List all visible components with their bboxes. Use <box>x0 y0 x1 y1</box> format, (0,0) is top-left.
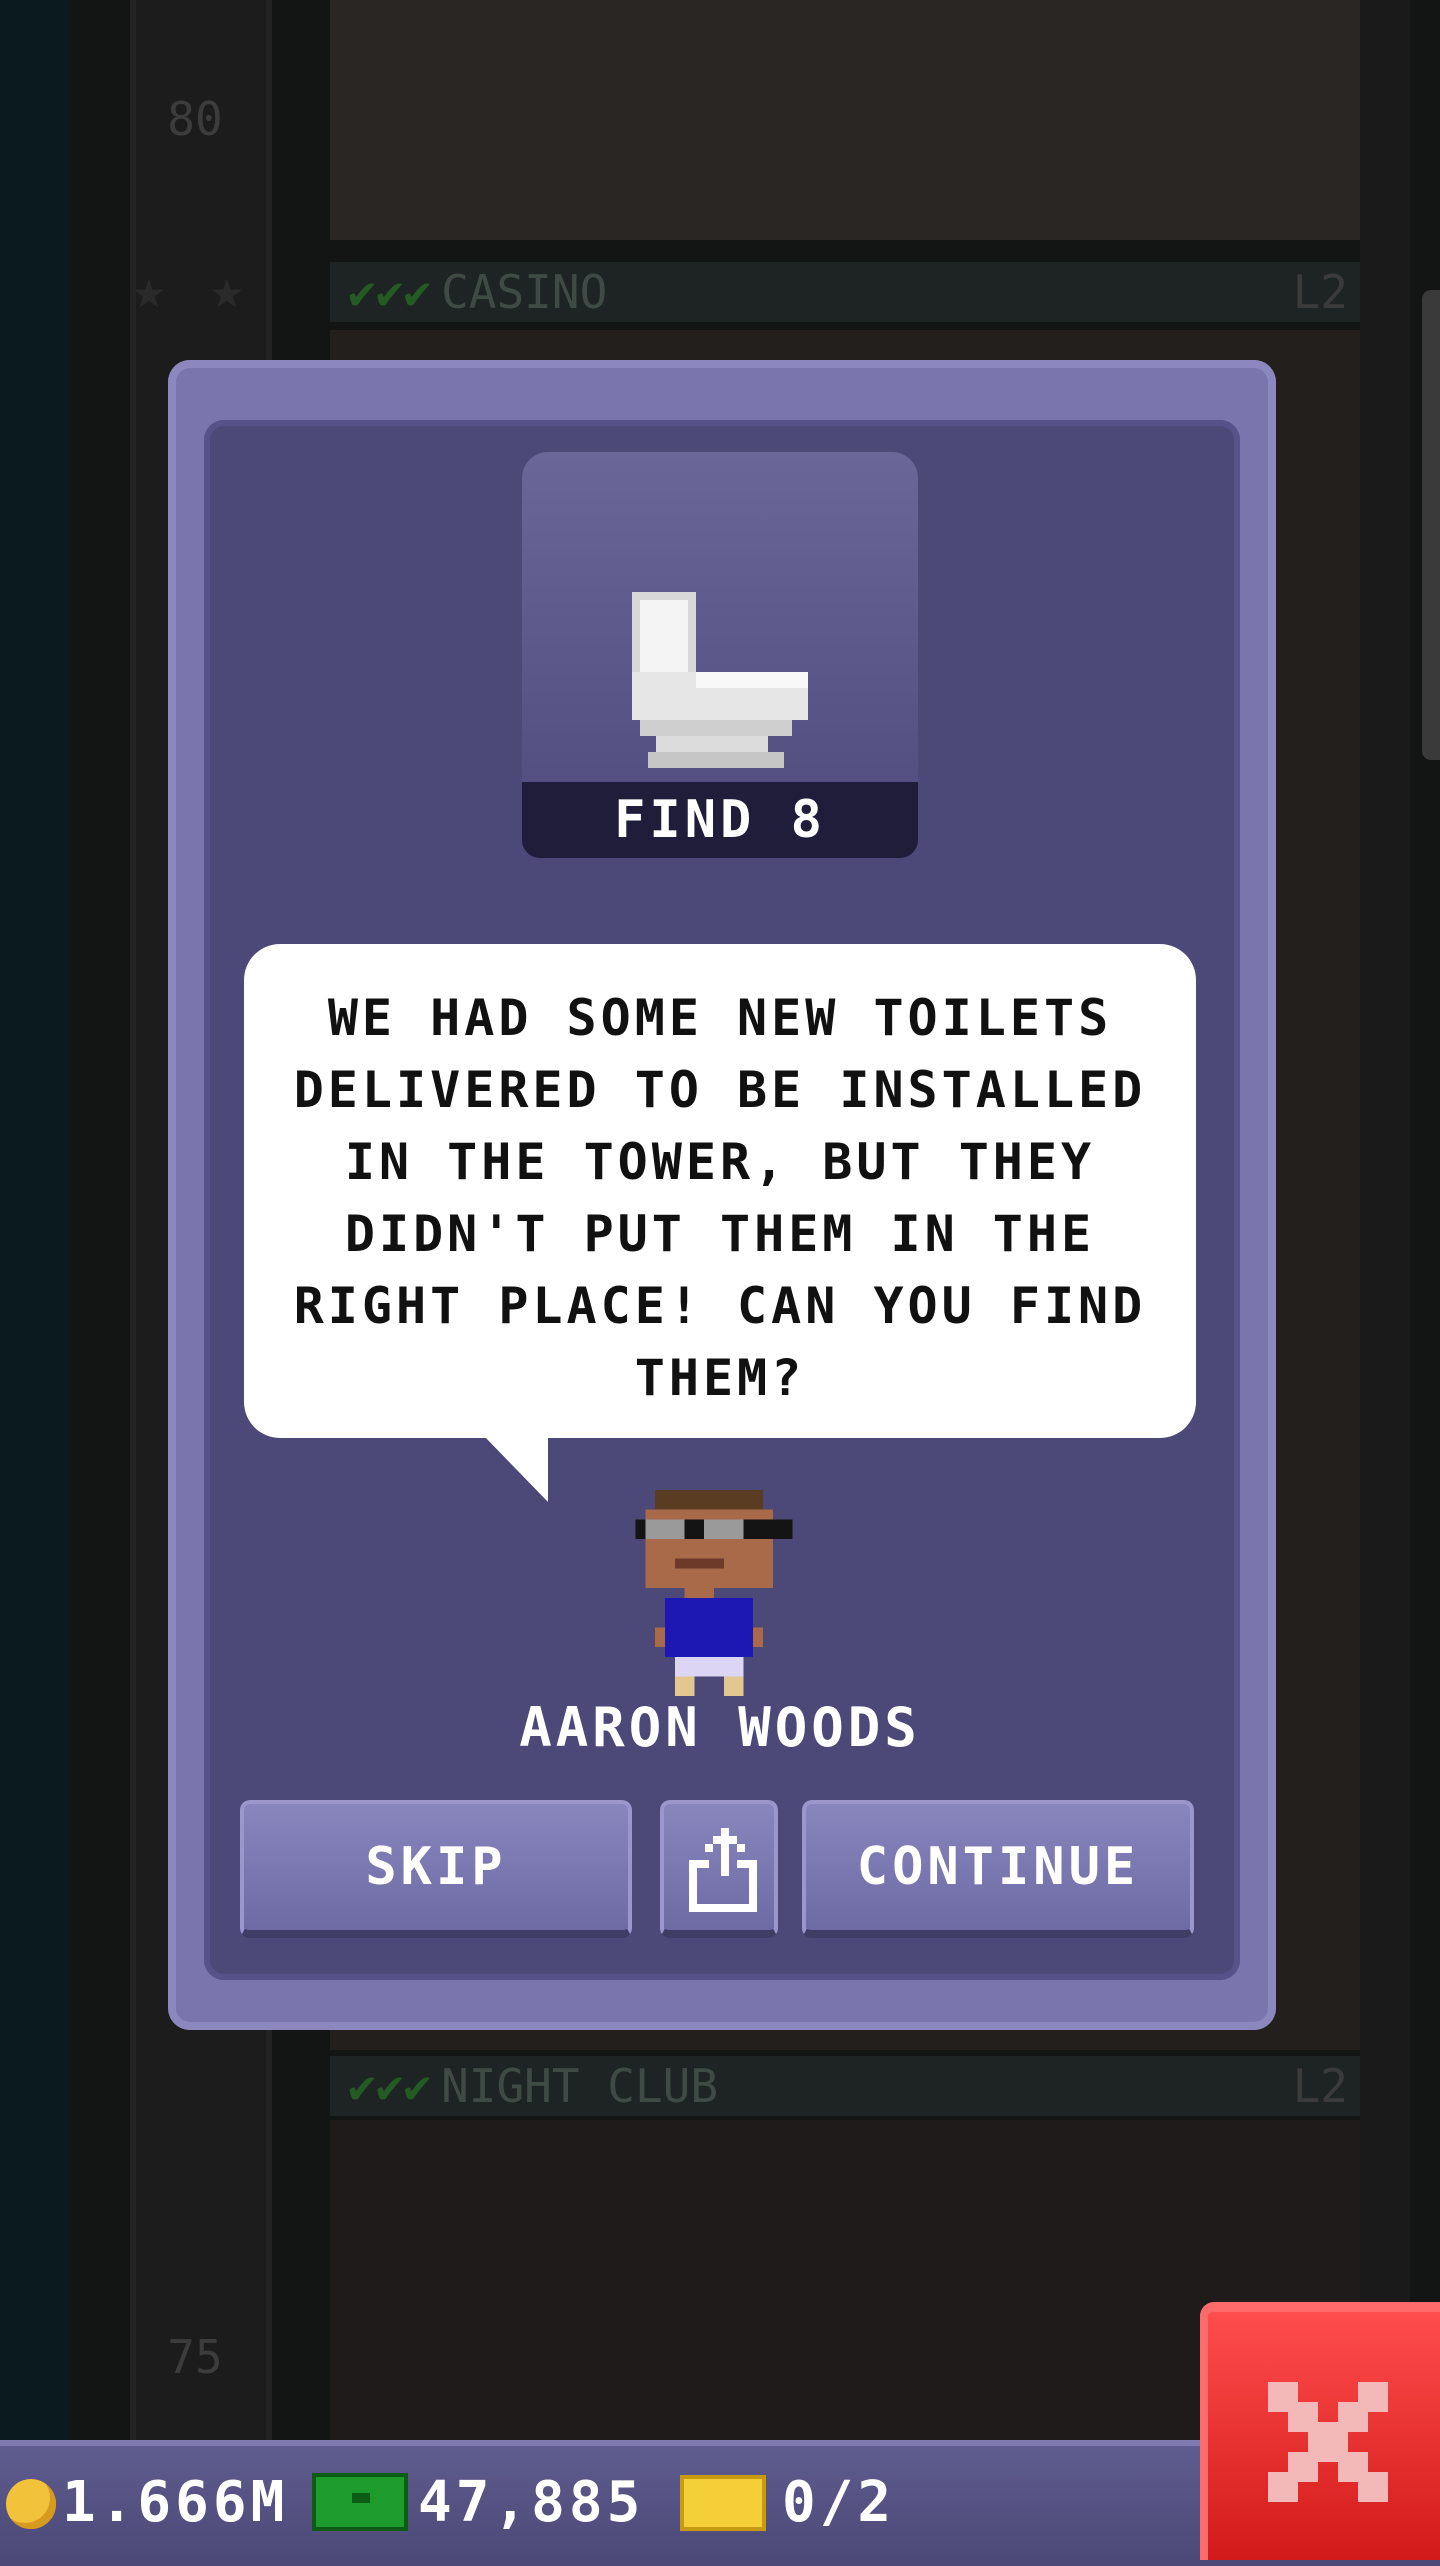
left-shaft <box>0 0 70 2440</box>
character-avatar <box>635 1490 793 1696</box>
floor-number: 80 <box>167 92 223 146</box>
share-button[interactable] <box>660 1800 778 1938</box>
scrollbar[interactable] <box>1422 290 1440 760</box>
ticket-icon <box>680 2475 766 2531</box>
casino-floor <box>330 0 1360 240</box>
bux-counter: 47,885 <box>312 2468 644 2538</box>
skip-button[interactable]: SKIP <box>240 1800 632 1938</box>
tickets-value: 0/2 <box>782 2470 896 2535</box>
close-icon <box>1268 2382 1388 2502</box>
speech-bubble-tail <box>484 1436 548 1502</box>
floor-label-casino: ✔✔✔ CASINO L2 <box>330 262 1360 322</box>
quest-message: WE HAD SOME NEW TOILETS DELIVERED TO BE … <box>293 989 1147 1407</box>
coins-counter: 1.666M <box>6 2468 288 2538</box>
bux-icon <box>312 2473 408 2531</box>
right-wall <box>1360 0 1410 2440</box>
checkmarks-icon: ✔✔✔ <box>348 2059 432 2113</box>
checkmarks-icon: ✔✔✔ <box>348 265 432 319</box>
floor-name: CASINO <box>441 265 608 319</box>
floor-level: L2 <box>1292 265 1348 319</box>
star-icon: ★ <box>210 257 244 322</box>
find-count-label: FIND 8 <box>522 782 918 858</box>
floor-number: 75 <box>167 2330 223 2384</box>
quest-item-card: FIND 8 <box>522 452 918 858</box>
share-icon <box>689 1828 757 1912</box>
toilet-icon <box>632 592 808 768</box>
speech-bubble: WE HAD SOME NEW TOILETS DELIVERED TO BE … <box>244 944 1196 1438</box>
star-icon: ★ <box>132 257 166 322</box>
coins-value: 1.666M <box>62 2470 289 2535</box>
floor-name: NIGHT CLUB <box>441 2059 719 2113</box>
floor-label-night-club: ✔✔✔ NIGHT CLUB L2 <box>330 2056 1360 2116</box>
coin-icon <box>6 2479 56 2529</box>
character-name: AARON WOODS <box>519 1696 921 1759</box>
tickets-counter: 0/2 <box>680 2468 895 2538</box>
continue-button[interactable]: CONTINUE <box>802 1800 1194 1938</box>
close-button[interactable] <box>1200 2302 1440 2560</box>
floor-level: L2 <box>1292 2059 1348 2113</box>
bux-value: 47,885 <box>418 2470 645 2535</box>
